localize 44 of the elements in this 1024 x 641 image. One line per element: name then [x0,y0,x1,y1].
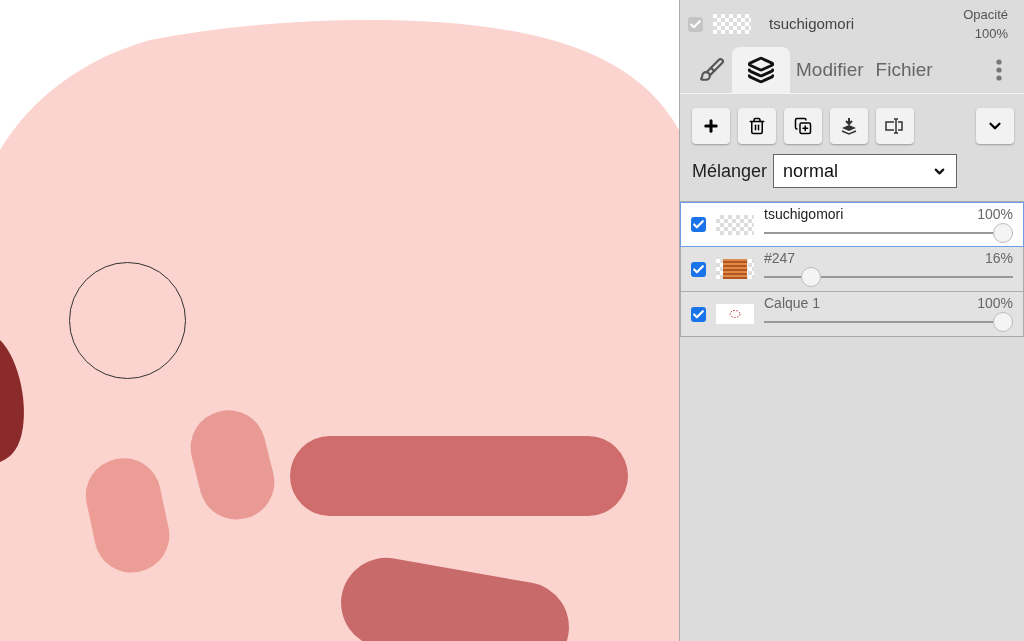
layer-name: tsuchigomori [764,205,844,222]
plus-icon [702,117,720,135]
tab[interactable]: Modifier [790,47,870,93]
slider-thumb[interactable] [993,312,1013,332]
layer-thumbnail [716,259,754,279]
blend-select[interactable]: normal [773,154,958,188]
opacity-value: 100% [974,25,1008,43]
brush-icon [699,57,725,83]
more-icon [996,59,1002,81]
slider-thumb[interactable] [993,222,1013,243]
layers-icon [747,56,775,84]
layer-row[interactable]: tsuchigomori 100% [680,202,1024,247]
opacity-label: Opacité [963,6,1008,24]
opacity-value: 100% [977,295,1013,311]
duplicate-layer-button[interactable] [784,108,822,144]
merge-layer-button[interactable] [830,108,868,144]
layer-name: Calque 1 [764,295,821,311]
delete-layer-button[interactable] [738,108,776,144]
layer-name: tsuchigomori [769,13,856,34]
checkbox[interactable] [688,16,703,32]
slider-thumb[interactable] [800,267,821,287]
trash-icon [748,117,766,135]
layer-row[interactable]: #247 16% [680,247,1024,292]
checkbox[interactable] [691,217,706,232]
opacity-slider[interactable] [764,311,1013,333]
layers-tab[interactable] [732,47,790,93]
duplicate-icon [794,117,812,135]
merge-down-icon [840,117,858,135]
layer-name: #247 [764,250,796,266]
checkbox[interactable] [691,261,706,277]
opacity-value: 100% [977,205,1013,222]
text-cursor-icon [884,117,906,135]
checkbox[interactable] [691,306,706,322]
blend-label: Mélanger [692,159,768,183]
opacity-slider[interactable] [764,221,1013,244]
collapse-button[interactable] [976,108,1014,144]
opacity-slider[interactable] [764,266,1013,288]
layer-thumbnail [716,304,754,324]
rename-layer-button[interactable] [876,108,914,144]
tab[interactable]: Fichier [869,47,939,93]
add-layer-button[interactable] [692,108,730,144]
opacity-value: 16% [984,250,1013,266]
layer-row[interactable]: Calque 1 100% [680,292,1024,337]
layer-thumbnail [713,14,751,34]
